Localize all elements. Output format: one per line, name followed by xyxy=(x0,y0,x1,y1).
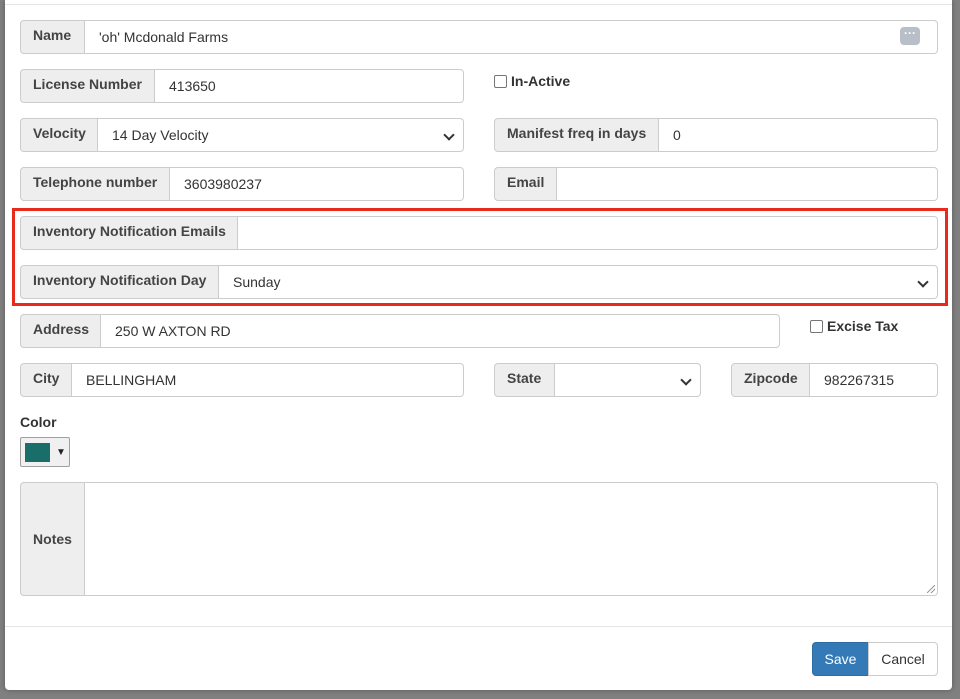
email-group: Email xyxy=(494,167,938,201)
modal-top-divider xyxy=(5,4,952,5)
cancel-button[interactable]: Cancel xyxy=(868,642,938,676)
city-input[interactable]: BELLINGHAM xyxy=(72,363,464,397)
email-label: Email xyxy=(494,167,557,201)
email-input[interactable] xyxy=(557,167,938,201)
city-label: City xyxy=(20,363,72,397)
highlight-box xyxy=(12,208,948,306)
state-group: State xyxy=(494,363,701,397)
velocity-label: Velocity xyxy=(20,118,98,152)
name-value: 'oh' Mcdonald Farms xyxy=(99,29,229,45)
color-swatch xyxy=(25,442,50,462)
excise-tax-label: Excise Tax xyxy=(827,318,899,334)
zipcode-group: Zipcode 982267315 xyxy=(731,363,938,397)
manifest-freq-group: Manifest freq in days 0 xyxy=(494,118,938,152)
name-input[interactable]: 'oh' Mcdonald Farms ··· xyxy=(85,20,938,54)
license-input[interactable]: 413650 xyxy=(155,69,464,103)
name-label: Name xyxy=(20,20,85,54)
manifest-freq-value: 0 xyxy=(673,127,681,143)
address-input[interactable]: 250 W AXTON RD xyxy=(101,314,780,348)
velocity-value: 14 Day Velocity xyxy=(112,127,209,143)
resize-handle-icon[interactable] xyxy=(927,585,935,593)
telephone-group: Telephone number 3603980237 xyxy=(20,167,464,201)
city-group: City BELLINGHAM xyxy=(20,363,464,397)
notes-textarea[interactable] xyxy=(85,482,938,596)
color-label: Color xyxy=(20,414,57,430)
address-group: Address 250 W AXTON RD xyxy=(20,314,780,348)
name-group: Name 'oh' Mcdonald Farms ··· xyxy=(20,20,938,54)
zipcode-label: Zipcode xyxy=(731,363,810,397)
modal-footer-divider xyxy=(5,626,952,627)
zipcode-value: 982267315 xyxy=(824,372,895,388)
inactive-checkbox[interactable]: In-Active xyxy=(494,73,570,89)
state-select[interactable] xyxy=(555,363,701,397)
more-dots-icon[interactable]: ··· xyxy=(900,27,920,45)
inactive-label: In-Active xyxy=(511,73,571,89)
manifest-freq-label: Manifest freq in days xyxy=(494,118,659,152)
color-picker[interactable]: ▼ xyxy=(20,437,70,467)
license-value: 413650 xyxy=(169,78,216,94)
notes-label: Notes xyxy=(20,482,85,596)
velocity-select[interactable]: 14 Day Velocity xyxy=(98,118,464,152)
address-label: Address xyxy=(20,314,101,348)
save-button[interactable]: Save xyxy=(812,642,869,676)
inactive-checkbox-box[interactable] xyxy=(494,74,507,88)
telephone-label: Telephone number xyxy=(20,167,170,201)
state-label: State xyxy=(494,363,555,397)
zipcode-input[interactable]: 982267315 xyxy=(810,363,938,397)
telephone-input[interactable]: 3603980237 xyxy=(170,167,464,201)
license-group: License Number 413650 xyxy=(20,69,464,103)
notes-group: Notes xyxy=(20,482,938,596)
dropdown-arrow-icon: ▼ xyxy=(56,446,66,458)
telephone-value: 3603980237 xyxy=(184,176,262,192)
excise-tax-checkbox[interactable]: Excise Tax xyxy=(810,318,898,334)
edit-vendor-modal: Name 'oh' Mcdonald Farms ··· License Num… xyxy=(5,0,952,690)
address-value: 250 W AXTON RD xyxy=(115,323,231,339)
excise-tax-checkbox-box[interactable] xyxy=(810,319,823,333)
velocity-group: Velocity 14 Day Velocity xyxy=(20,118,464,152)
city-value: BELLINGHAM xyxy=(86,372,177,388)
license-label: License Number xyxy=(20,69,155,103)
manifest-freq-input[interactable]: 0 xyxy=(659,118,938,152)
